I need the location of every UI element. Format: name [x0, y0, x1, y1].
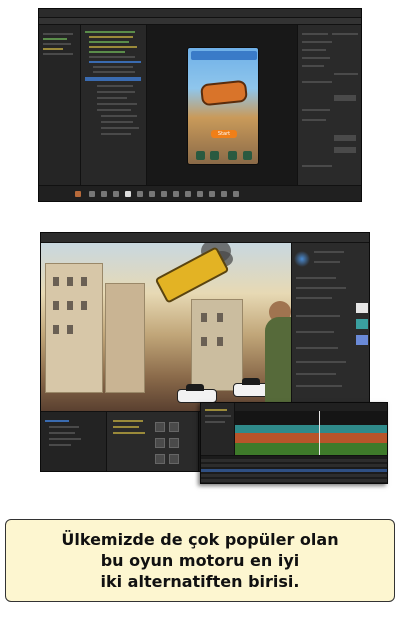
profiler-cursor[interactable]: [319, 411, 320, 455]
asset-icon[interactable]: [221, 191, 227, 197]
asset-icon[interactable]: [197, 191, 203, 197]
profiler-sidebar: [201, 403, 235, 455]
caption-line-1: Ülkemizde de çok popüler olan: [61, 530, 339, 549]
asset-thumbnail[interactable]: [155, 454, 165, 464]
asset-icon[interactable]: [75, 191, 81, 197]
asset-icon[interactable]: [173, 191, 179, 197]
project-tree: [41, 412, 107, 471]
asset-icon[interactable]: [125, 191, 131, 197]
color-swatch[interactable]: [356, 335, 368, 345]
asset-icon[interactable]: [89, 191, 95, 197]
profiler-window: [200, 402, 388, 484]
asset-thumbnail[interactable]: [169, 422, 179, 432]
asset-browser: [107, 412, 199, 471]
police-car: [177, 384, 217, 403]
scene-gizmo-icon[interactable]: [294, 251, 310, 267]
inspector-panel: [297, 25, 361, 185]
asset-thumbnail[interactable]: [155, 422, 165, 432]
color-swatch[interactable]: [356, 319, 368, 329]
caption-text: Ülkemizde de çok popüler olan bu oyun mo…: [61, 529, 338, 592]
mobile-game-preview: Start: [187, 47, 259, 165]
asset-icon[interactable]: [101, 191, 107, 197]
profiler-graph[interactable]: [235, 411, 387, 455]
asset-thumbnail[interactable]: [169, 438, 179, 448]
scene-panel: [39, 25, 81, 185]
asset-icon[interactable]: [113, 191, 119, 197]
game-icon-button[interactable]: [210, 151, 219, 160]
game-logo: [199, 79, 249, 107]
menu-bar: [39, 18, 361, 25]
color-swatch[interactable]: [356, 303, 368, 313]
building: [105, 283, 145, 393]
flying-bus: [154, 246, 230, 304]
caption-line-3: iki alternatiften birisi.: [100, 572, 300, 591]
caption-box: Ülkemizde de çok popüler olan bu oyun mo…: [5, 519, 395, 602]
game-view[interactable]: Start: [147, 25, 297, 185]
game-icon-button[interactable]: [243, 151, 252, 160]
window-titlebar: [39, 9, 361, 18]
editor-screenshot-mobile-game: Start: [38, 8, 362, 202]
editor-toolbar: [41, 233, 369, 243]
asset-icon[interactable]: [209, 191, 215, 197]
asset-icon[interactable]: [137, 191, 143, 197]
game-hud: [191, 51, 257, 60]
start-button[interactable]: Start: [211, 130, 237, 138]
game-icon-button[interactable]: [196, 151, 205, 160]
asset-thumbnail[interactable]: [169, 454, 179, 464]
asset-icon[interactable]: [149, 191, 155, 197]
caption-line-2: bu oyun motoru en iyi: [100, 551, 300, 570]
soldier-character: [265, 317, 291, 411]
asset-thumbnail[interactable]: [155, 438, 165, 448]
asset-icon[interactable]: [161, 191, 167, 197]
asset-icon[interactable]: [185, 191, 191, 197]
game-icon-button[interactable]: [228, 151, 237, 160]
profiler-selected-row[interactable]: [201, 469, 387, 472]
project-toolbar: [39, 185, 361, 201]
scene-view[interactable]: [41, 243, 291, 411]
inspector-panel: [291, 243, 369, 411]
asset-icon[interactable]: [233, 191, 239, 197]
hierarchy-panel: [81, 25, 147, 185]
profiler-table: [201, 455, 387, 483]
